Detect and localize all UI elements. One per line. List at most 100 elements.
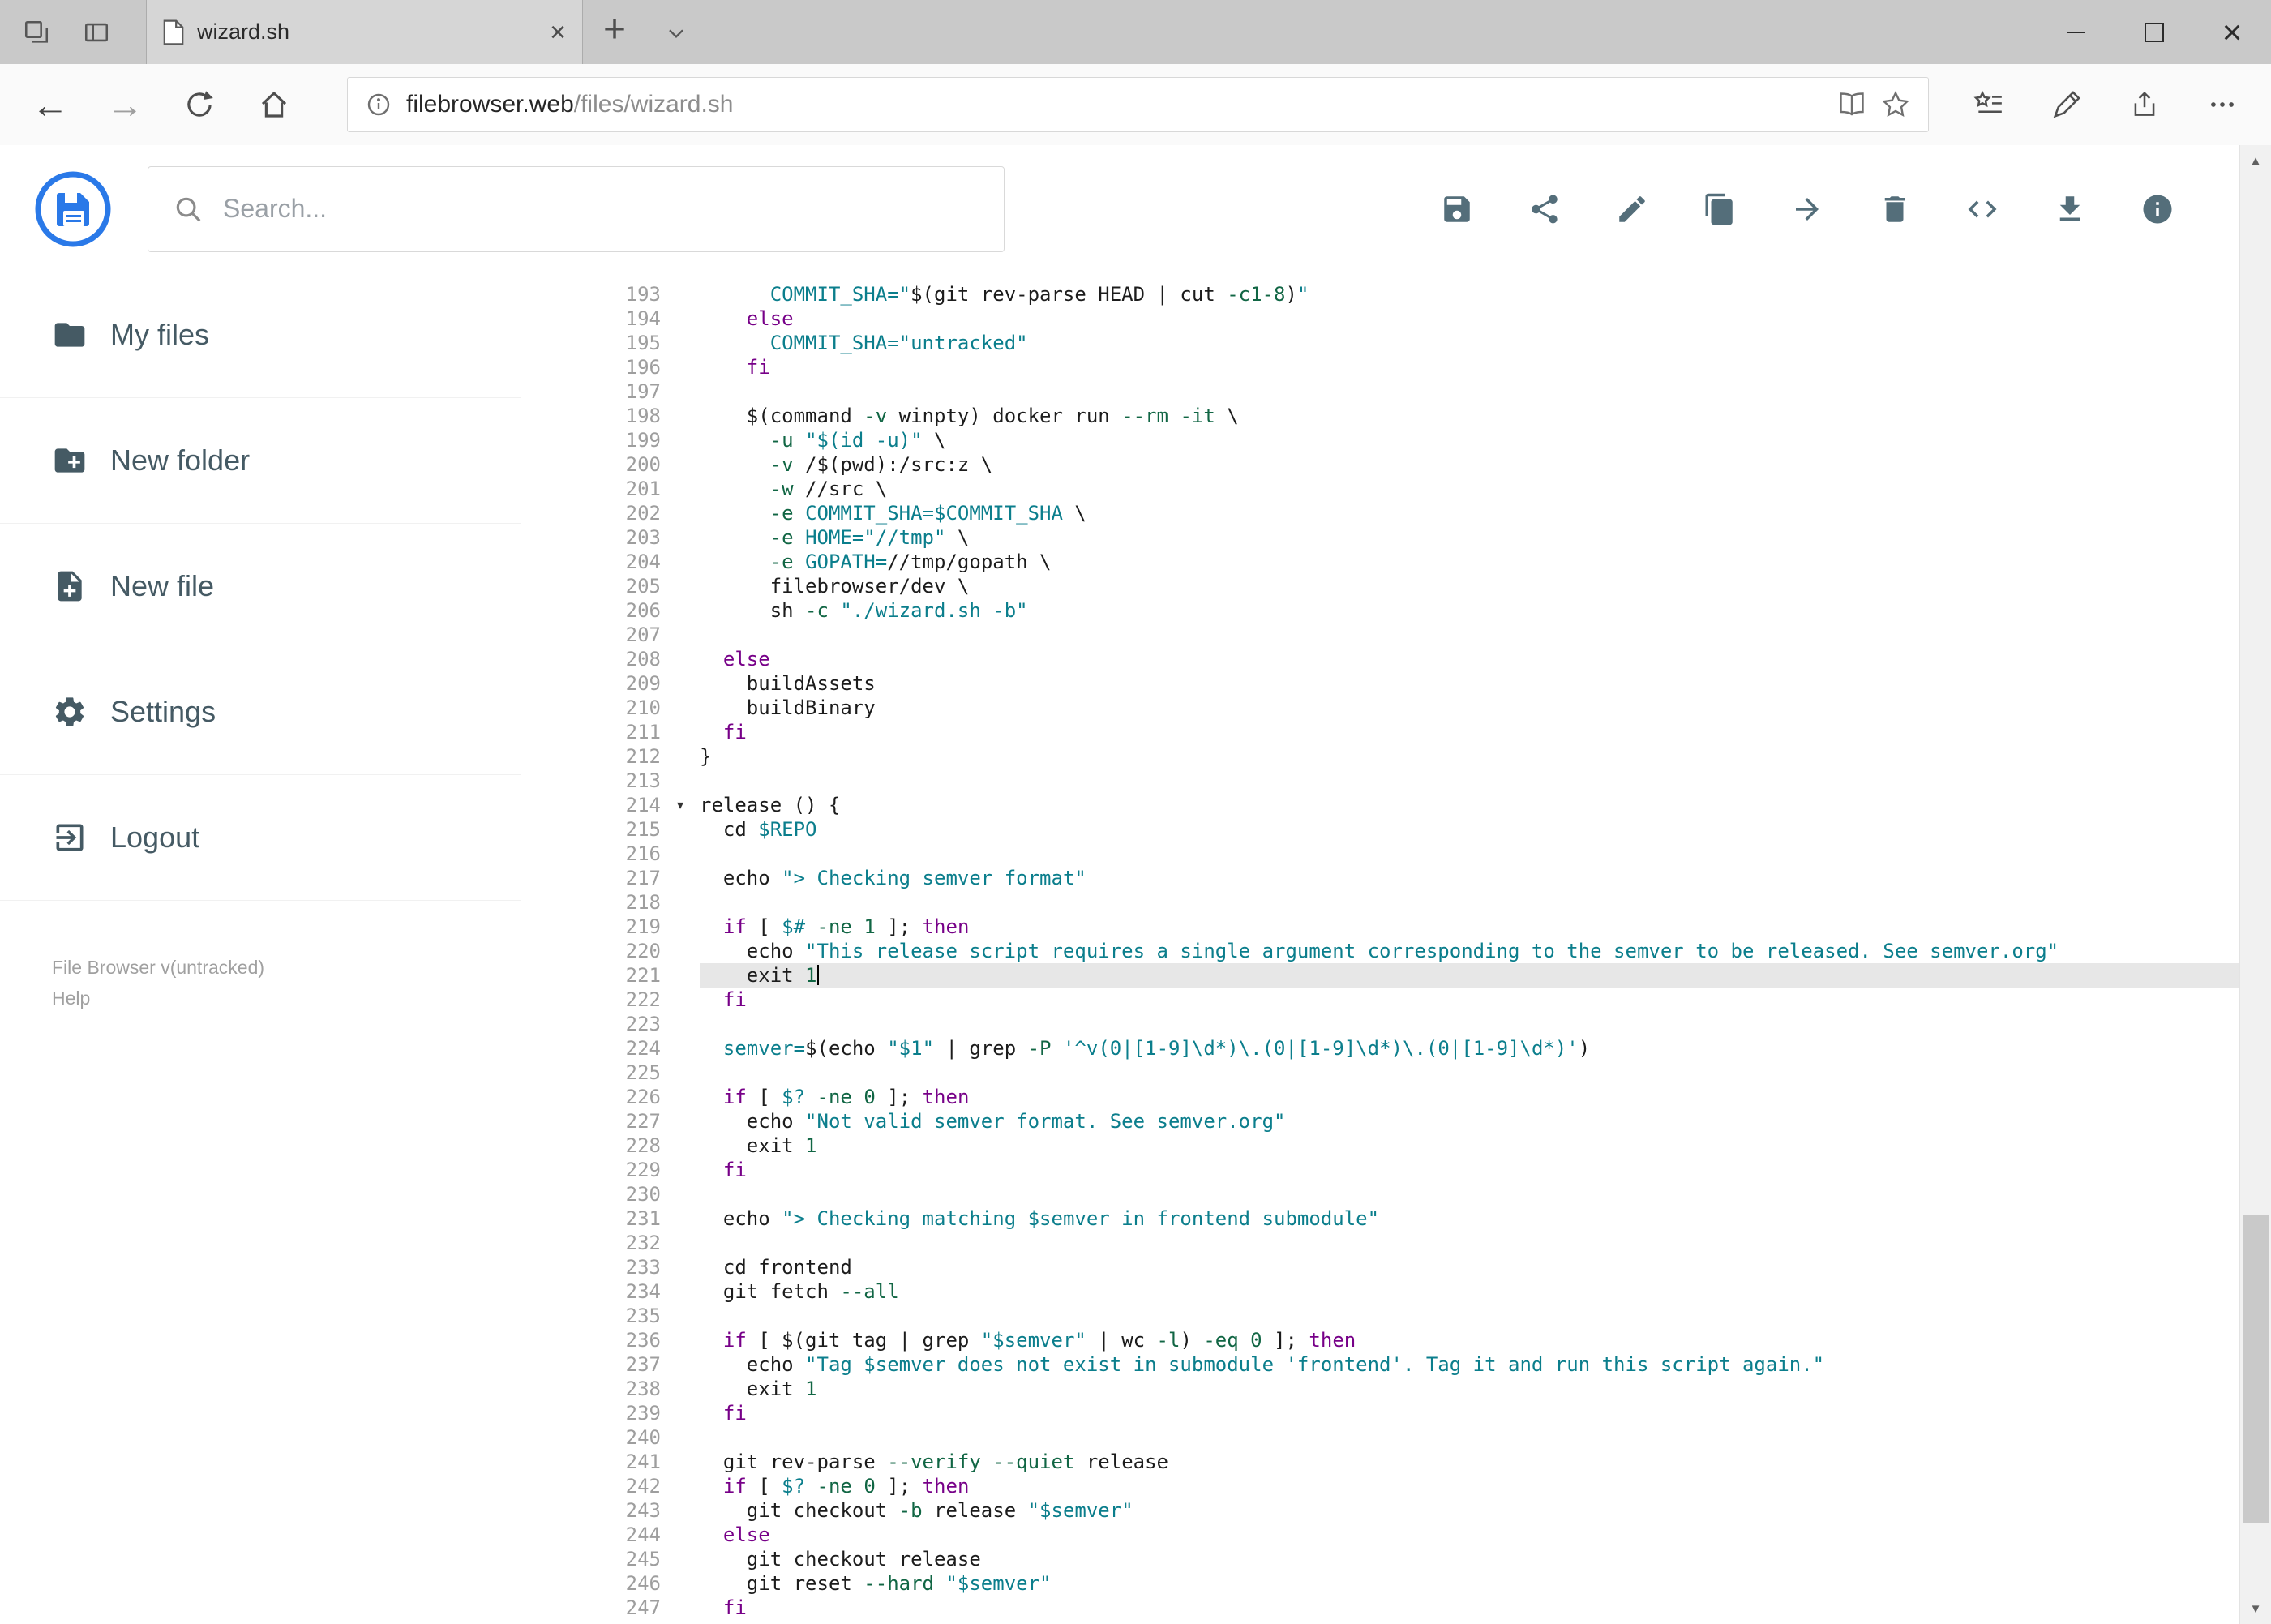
code-line[interactable]: else: [700, 1523, 2240, 1547]
delete-button[interactable]: [1877, 191, 1913, 227]
code-line[interactable]: -e HOME="//tmp" \: [700, 525, 2240, 550]
code-line[interactable]: -w //src \: [700, 477, 2240, 501]
code-line[interactable]: fi: [700, 1401, 2240, 1425]
line-number: 216: [625, 842, 661, 865]
code-line[interactable]: git rev-parse --verify --quiet release: [700, 1450, 2240, 1474]
code-line[interactable]: echo "Not valid semver format. See semve…: [700, 1109, 2240, 1133]
code-line[interactable]: [700, 769, 2240, 793]
reading-view-icon[interactable]: [1837, 92, 1866, 118]
code-line[interactable]: [700, 1231, 2240, 1255]
maximize-button[interactable]: [2115, 0, 2193, 64]
search-input[interactable]: Search...: [148, 165, 1005, 252]
code-line[interactable]: git reset --hard "$semver": [700, 1571, 2240, 1596]
code-line[interactable]: -e GOPATH=//tmp/gopath \: [700, 550, 2240, 574]
code-line[interactable]: -e COMMIT_SHA=$COMMIT_SHA \: [700, 501, 2240, 525]
code-line[interactable]: [700, 890, 2240, 915]
code-line[interactable]: echo "Tag $semver does not exist in subm…: [700, 1352, 2240, 1377]
code-line[interactable]: }: [700, 744, 2240, 769]
code-line[interactable]: COMMIT_SHA="untracked": [700, 331, 2240, 355]
code-line[interactable]: -v /$(pwd):/src:z \: [700, 452, 2240, 477]
download-button[interactable]: [2052, 191, 2088, 227]
code-editor[interactable]: 193 COMMIT_SHA="$(git rev-parse HEAD | c…: [521, 272, 2240, 1624]
scrollbar-thumb[interactable]: [2243, 1215, 2269, 1523]
save-button[interactable]: [1439, 191, 1475, 227]
code-line[interactable]: filebrowser/dev \: [700, 574, 2240, 598]
tab-preview-button[interactable]: [66, 0, 126, 64]
code-line[interactable]: [700, 623, 2240, 647]
move-button[interactable]: [1789, 191, 1825, 227]
code-line[interactable]: if [ $? -ne 0 ]; then: [700, 1474, 2240, 1498]
code-line[interactable]: release () {: [700, 793, 2240, 817]
help-link[interactable]: Help: [52, 983, 264, 1013]
sidebar-item-settings[interactable]: Settings: [0, 649, 521, 775]
code-line[interactable]: sh -c "./wizard.sh -b": [700, 598, 2240, 623]
fold-marker-icon[interactable]: ▾: [661, 793, 700, 817]
code-line[interactable]: cd $REPO: [700, 817, 2240, 842]
favorite-star-icon[interactable]: [1881, 90, 1910, 119]
code-line[interactable]: else: [700, 647, 2240, 671]
code-line[interactable]: semver=$(echo "$1" | grep -P '^v(0|[1-9]…: [700, 1036, 2240, 1061]
code-line[interactable]: exit 1: [700, 963, 2240, 988]
home-button[interactable]: [237, 64, 311, 145]
edit-button[interactable]: [1614, 191, 1650, 227]
browser-tab[interactable]: wizard.sh ×: [146, 0, 583, 64]
tab-close-button[interactable]: ×: [550, 19, 566, 46]
share-button[interactable]: [2106, 64, 2183, 145]
code-line[interactable]: else: [700, 306, 2240, 331]
code-line[interactable]: git fetch --all: [700, 1279, 2240, 1304]
code-line[interactable]: git checkout -b release "$semver": [700, 1498, 2240, 1523]
code-line[interactable]: buildBinary: [700, 696, 2240, 720]
refresh-button[interactable]: [162, 64, 237, 145]
close-window-button[interactable]: ×: [2193, 0, 2271, 64]
forward-button[interactable]: →: [88, 64, 162, 145]
code-line[interactable]: echo "> Checking matching $semver in fro…: [700, 1206, 2240, 1231]
code-line[interactable]: exit 1: [700, 1133, 2240, 1158]
code-line[interactable]: [700, 1425, 2240, 1450]
code-line[interactable]: [700, 842, 2240, 866]
share-file-button[interactable]: [1527, 191, 1562, 227]
code-line[interactable]: fi: [700, 355, 2240, 379]
code-line[interactable]: [700, 1304, 2240, 1328]
code-line[interactable]: if [ $? -ne 0 ]; then: [700, 1085, 2240, 1109]
page-scrollbar[interactable]: ▲ ▼: [2239, 145, 2271, 1624]
web-note-button[interactable]: [2028, 64, 2106, 145]
sidebar-item-new-folder[interactable]: New folder: [0, 398, 521, 524]
code-line[interactable]: exit 1: [700, 1377, 2240, 1401]
code-line[interactable]: echo "This release script requires a sin…: [700, 939, 2240, 963]
code-line[interactable]: [700, 1182, 2240, 1206]
copy-button[interactable]: [1702, 191, 1738, 227]
sidebar-item-logout[interactable]: Logout: [0, 775, 521, 901]
code-line[interactable]: $(command -v winpty) docker run --rm -it…: [700, 404, 2240, 428]
code-line[interactable]: [700, 1012, 2240, 1036]
code-line[interactable]: cd frontend: [700, 1255, 2240, 1279]
info-button[interactable]: [2140, 191, 2175, 227]
code-line[interactable]: buildAssets: [700, 671, 2240, 696]
scroll-up-button[interactable]: ▲: [2240, 145, 2271, 176]
code-line[interactable]: fi: [700, 1158, 2240, 1182]
more-button[interactable]: [2183, 64, 2261, 145]
back-button[interactable]: ←: [13, 64, 88, 145]
code-line[interactable]: git checkout release: [700, 1547, 2240, 1571]
code-line[interactable]: if [ $(git tag | grep "$semver" | wc -l)…: [700, 1328, 2240, 1352]
address-bar[interactable]: filebrowser.web/files/wizard.sh: [347, 77, 1929, 132]
new-tab-button[interactable]: +: [583, 0, 646, 64]
site-info-icon[interactable]: [366, 92, 392, 118]
raw-code-button[interactable]: [1965, 191, 2000, 227]
tabs-set-aside-button[interactable]: [6, 0, 66, 64]
hub-button[interactable]: [1950, 64, 2028, 145]
minimize-button[interactable]: [2037, 0, 2115, 64]
code-line[interactable]: if [ $# -ne 1 ]; then: [700, 915, 2240, 939]
code-line[interactable]: COMMIT_SHA="$(git rev-parse HEAD | cut -…: [700, 282, 2240, 306]
code-line[interactable]: fi: [700, 988, 2240, 1012]
tab-previews-toggle[interactable]: [646, 0, 706, 64]
scroll-down-button[interactable]: ▼: [2240, 1593, 2271, 1624]
sidebar-item-my-files[interactable]: My files: [0, 272, 521, 398]
code-line[interactable]: fi: [700, 720, 2240, 744]
code-line[interactable]: [700, 1061, 2240, 1085]
code-line[interactable]: [700, 379, 2240, 404]
sidebar-item-new-file[interactable]: New file: [0, 524, 521, 649]
code-line[interactable]: -u "$(id -u)" \: [700, 428, 2240, 452]
code-line[interactable]: echo "> Checking semver format": [700, 866, 2240, 890]
code-line[interactable]: fi: [700, 1596, 2240, 1620]
